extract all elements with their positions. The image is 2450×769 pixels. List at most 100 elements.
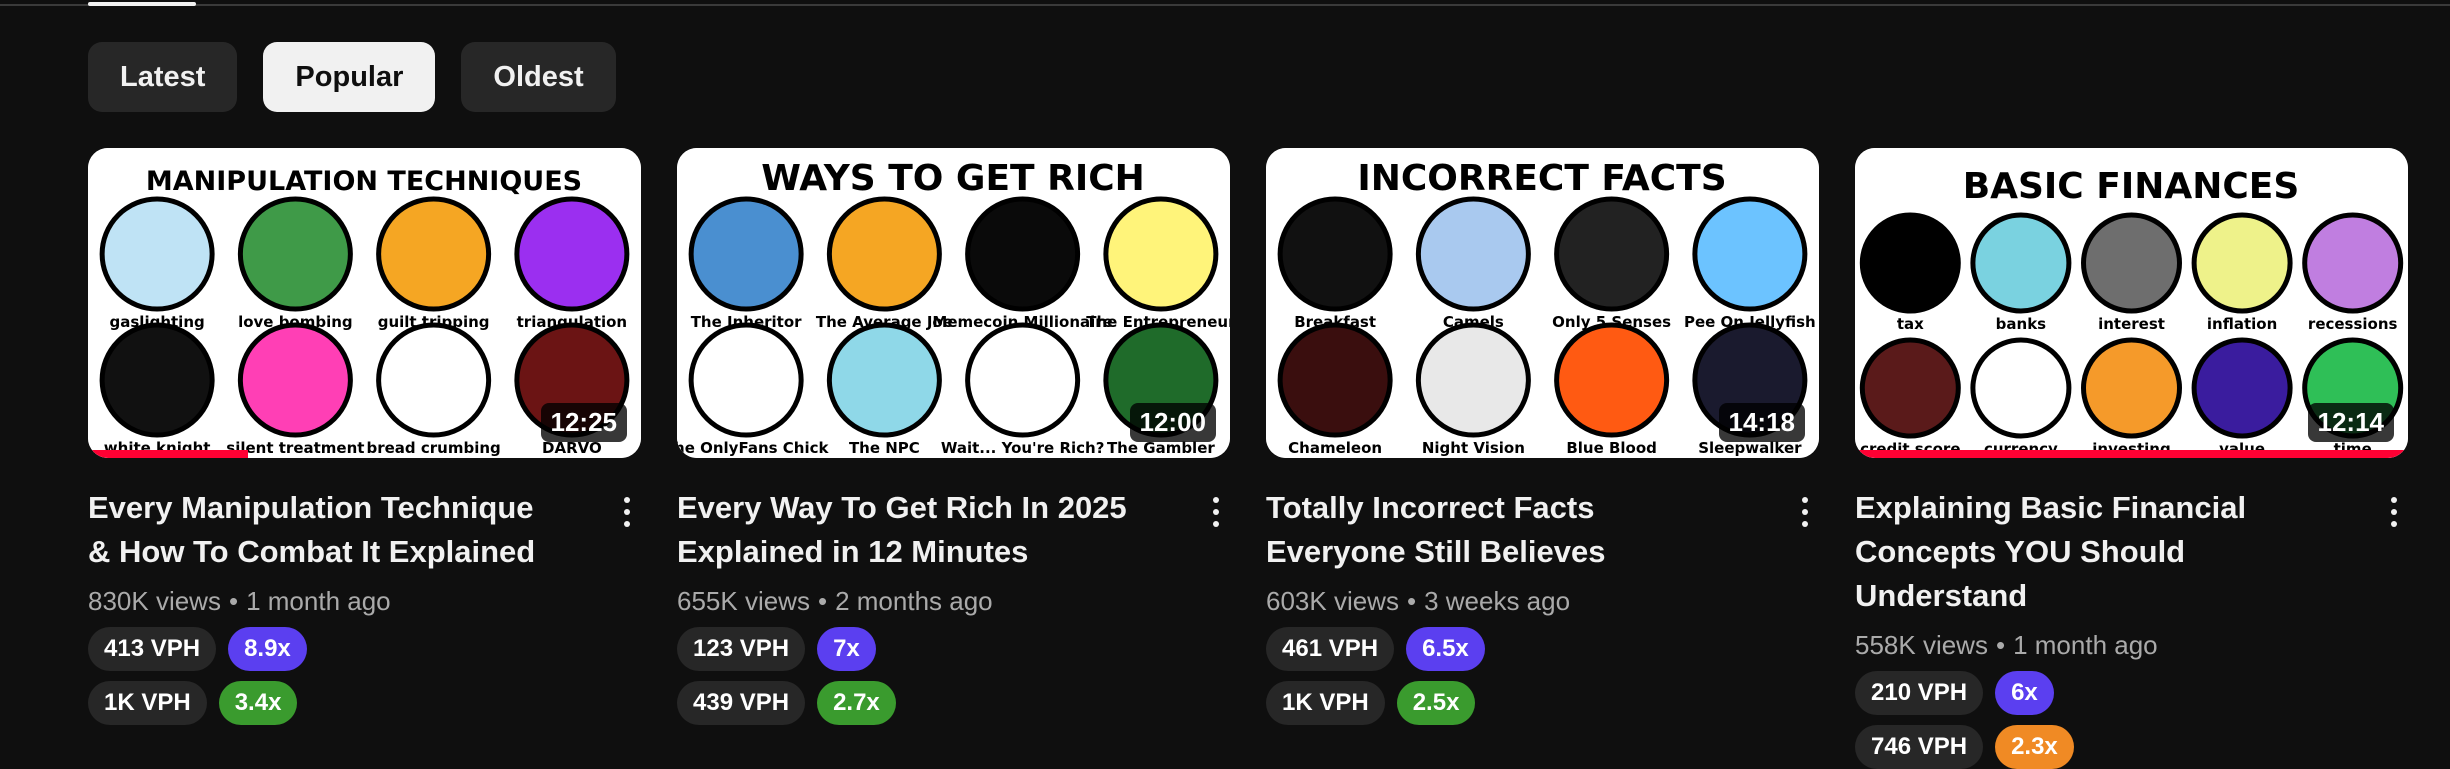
thumbnail-circle-icon <box>1415 196 1531 312</box>
thumbnail-circle-icon <box>1692 196 1808 312</box>
thumbnail-label: banks <box>1996 315 2047 333</box>
watch-progress-bar <box>1855 450 2408 458</box>
thumbnail-circle-icon <box>237 196 353 312</box>
multiplier-badge: 8.9x <box>228 627 307 671</box>
thumbnail-circle-icon <box>2191 337 2293 439</box>
more-options-icon[interactable] <box>2380 490 2408 534</box>
tab-underline-track <box>0 2 2450 6</box>
separator-dot: • <box>228 586 239 616</box>
video-title[interactable]: Explaining Basic Financial Concepts YOU … <box>1855 486 2325 618</box>
video-card[interactable]: WAYS TO GET RICH The Inheritor The Average… <box>677 148 1230 769</box>
video-thumbnail[interactable]: MANIPULATION TECHNIQUES gaslighting love b… <box>88 148 641 458</box>
more-options-icon[interactable] <box>1202 490 1230 534</box>
video-stats: 655K views • 2 months ago <box>677 586 1230 617</box>
vph-badge: 210 VPH <box>1855 671 1984 715</box>
thumbnail-circle-icon <box>1103 196 1219 312</box>
thumbnail-circle-icon <box>688 322 804 438</box>
duration-badge: 14:18 <box>1718 403 1805 442</box>
video-thumbnail[interactable]: INCORRECT FACTS Breakfast Camels Only 5 Sen… <box>1266 148 1819 458</box>
thumbnail-title: WAYS TO GET RICH <box>761 158 1145 199</box>
thumbnail-circle-icon <box>99 322 215 438</box>
duration-badge: 12:25 <box>540 403 627 442</box>
vph-badge: 123 VPH <box>677 627 806 671</box>
video-thumbnail[interactable]: WAYS TO GET RICH The Inheritor The Average… <box>677 148 1230 458</box>
multiplier-badge: 6.5x <box>1406 627 1485 671</box>
video-title[interactable]: Totally Incorrect Facts Everyone Still B… <box>1266 486 1736 574</box>
stat-badge-row: 210 VPH 6x <box>1855 671 2408 715</box>
thumbnail-circle-icon <box>99 196 215 312</box>
view-count: 558K views <box>1855 630 1988 660</box>
vph-badge: 461 VPH <box>1266 627 1395 671</box>
video-grid: MANIPULATION TECHNIQUES gaslighting love b… <box>88 148 2408 769</box>
video-stats: 603K views • 3 weeks ago <box>1266 586 1819 617</box>
thumbnail-circle-icon <box>1970 337 2072 439</box>
duration-badge: 12:14 <box>2307 403 2394 442</box>
stat-badge-row: 1K VPH 2.5x <box>1266 681 1819 725</box>
filter-chip-oldest[interactable]: Oldest <box>461 42 616 112</box>
view-count: 603K views <box>1266 586 1399 616</box>
thumbnail-circle-icon <box>1859 212 1961 314</box>
filter-chip-popular[interactable]: Popular <box>263 42 436 112</box>
thumbnail-circle-icon <box>2302 212 2404 314</box>
thumbnail-label: The NPC <box>849 439 920 457</box>
stat-badge-row: 413 VPH 8.9x <box>88 627 641 671</box>
stat-badge-row: 746 VPH 2.3x <box>1855 725 2408 769</box>
upload-age: 2 months ago <box>835 586 993 616</box>
video-thumbnail[interactable]: BASIC FINANCES tax banks interest inflation r… <box>1855 148 2408 458</box>
multiplier-badge: 2.7x <box>817 681 896 725</box>
thumbnail-circle-icon <box>1970 212 2072 314</box>
video-title[interactable]: Every Way To Get Rich In 2025 Explained … <box>677 486 1147 574</box>
more-options-icon[interactable] <box>1791 490 1819 534</box>
watch-progress-bar <box>88 450 249 458</box>
video-title[interactable]: Every Manipulation Technique & How To Co… <box>88 486 558 574</box>
vph-badge: 413 VPH <box>88 627 217 671</box>
video-stats: 558K views • 1 month ago <box>1855 630 2408 661</box>
vph-badge: 1K VPH <box>88 681 207 725</box>
thumbnail-label: The OnlyFans Chick <box>677 439 829 457</box>
thumbnail-circle-icon <box>1554 322 1670 438</box>
thumbnail-title: BASIC FINANCES <box>1963 166 2300 207</box>
vph-badge: 439 VPH <box>677 681 806 725</box>
video-card[interactable]: INCORRECT FACTS Breakfast Camels Only 5 Sen… <box>1266 148 1819 769</box>
active-tab-indicator <box>88 2 196 6</box>
stat-badge-row: 123 VPH 7x <box>677 627 1230 671</box>
thumbnail-circle-icon <box>2081 337 2182 439</box>
thumbnail-circle-icon <box>1554 196 1670 312</box>
thumbnail-label: Chameleon <box>1288 439 1382 457</box>
thumbnail-circle-icon <box>237 322 353 438</box>
upload-age: 1 month ago <box>2013 630 2158 660</box>
video-card[interactable]: BASIC FINANCES tax banks interest inflation r… <box>1855 148 2408 769</box>
thumbnail-label: bread crumbing <box>366 439 500 457</box>
multiplier-badge: 6x <box>1995 671 2054 715</box>
video-card[interactable]: MANIPULATION TECHNIQUES gaslighting love b… <box>88 148 641 769</box>
vph-badge: 746 VPH <box>1855 725 1984 769</box>
stat-badge-row: 439 VPH 2.7x <box>677 681 1230 725</box>
thumbnail-label: Wait... You're Rich? <box>941 439 1105 457</box>
view-count: 655K views <box>677 586 810 616</box>
vph-badge: 1K VPH <box>1266 681 1385 725</box>
thumbnail-circle-icon <box>1415 322 1531 438</box>
thumbnail-circle-icon <box>688 196 804 312</box>
thumbnail-circle-icon <box>965 322 1081 438</box>
thumbnail-label: inflation <box>2207 315 2277 333</box>
thumbnail-circle-icon <box>376 196 492 312</box>
separator-dot: • <box>817 586 828 616</box>
thumbnail-circle-icon <box>826 322 942 438</box>
thumbnail-circle-icon <box>2191 212 2293 314</box>
thumbnail-label: recessions <box>2308 315 2398 333</box>
thumbnail-circle-icon <box>376 322 492 438</box>
video-stats: 830K views • 1 month ago <box>88 586 641 617</box>
duration-badge: 12:00 <box>1129 403 1216 442</box>
separator-dot: • <box>1995 630 2006 660</box>
thumbnail-circle-icon <box>965 196 1081 312</box>
separator-dot: • <box>1406 586 1417 616</box>
thumbnail-label: Night Vision <box>1422 439 1525 457</box>
stat-badge-row: 1K VPH 3.4x <box>88 681 641 725</box>
thumbnail-circle-icon <box>2081 212 2182 314</box>
thumbnail-circle-icon <box>1277 196 1393 312</box>
thumbnail-circle-icon <box>1859 337 1961 439</box>
thumbnail-label: Blue Blood <box>1566 439 1657 457</box>
more-options-icon[interactable] <box>613 490 641 534</box>
view-count: 830K views <box>88 586 221 616</box>
filter-chip-latest[interactable]: Latest <box>88 42 238 112</box>
